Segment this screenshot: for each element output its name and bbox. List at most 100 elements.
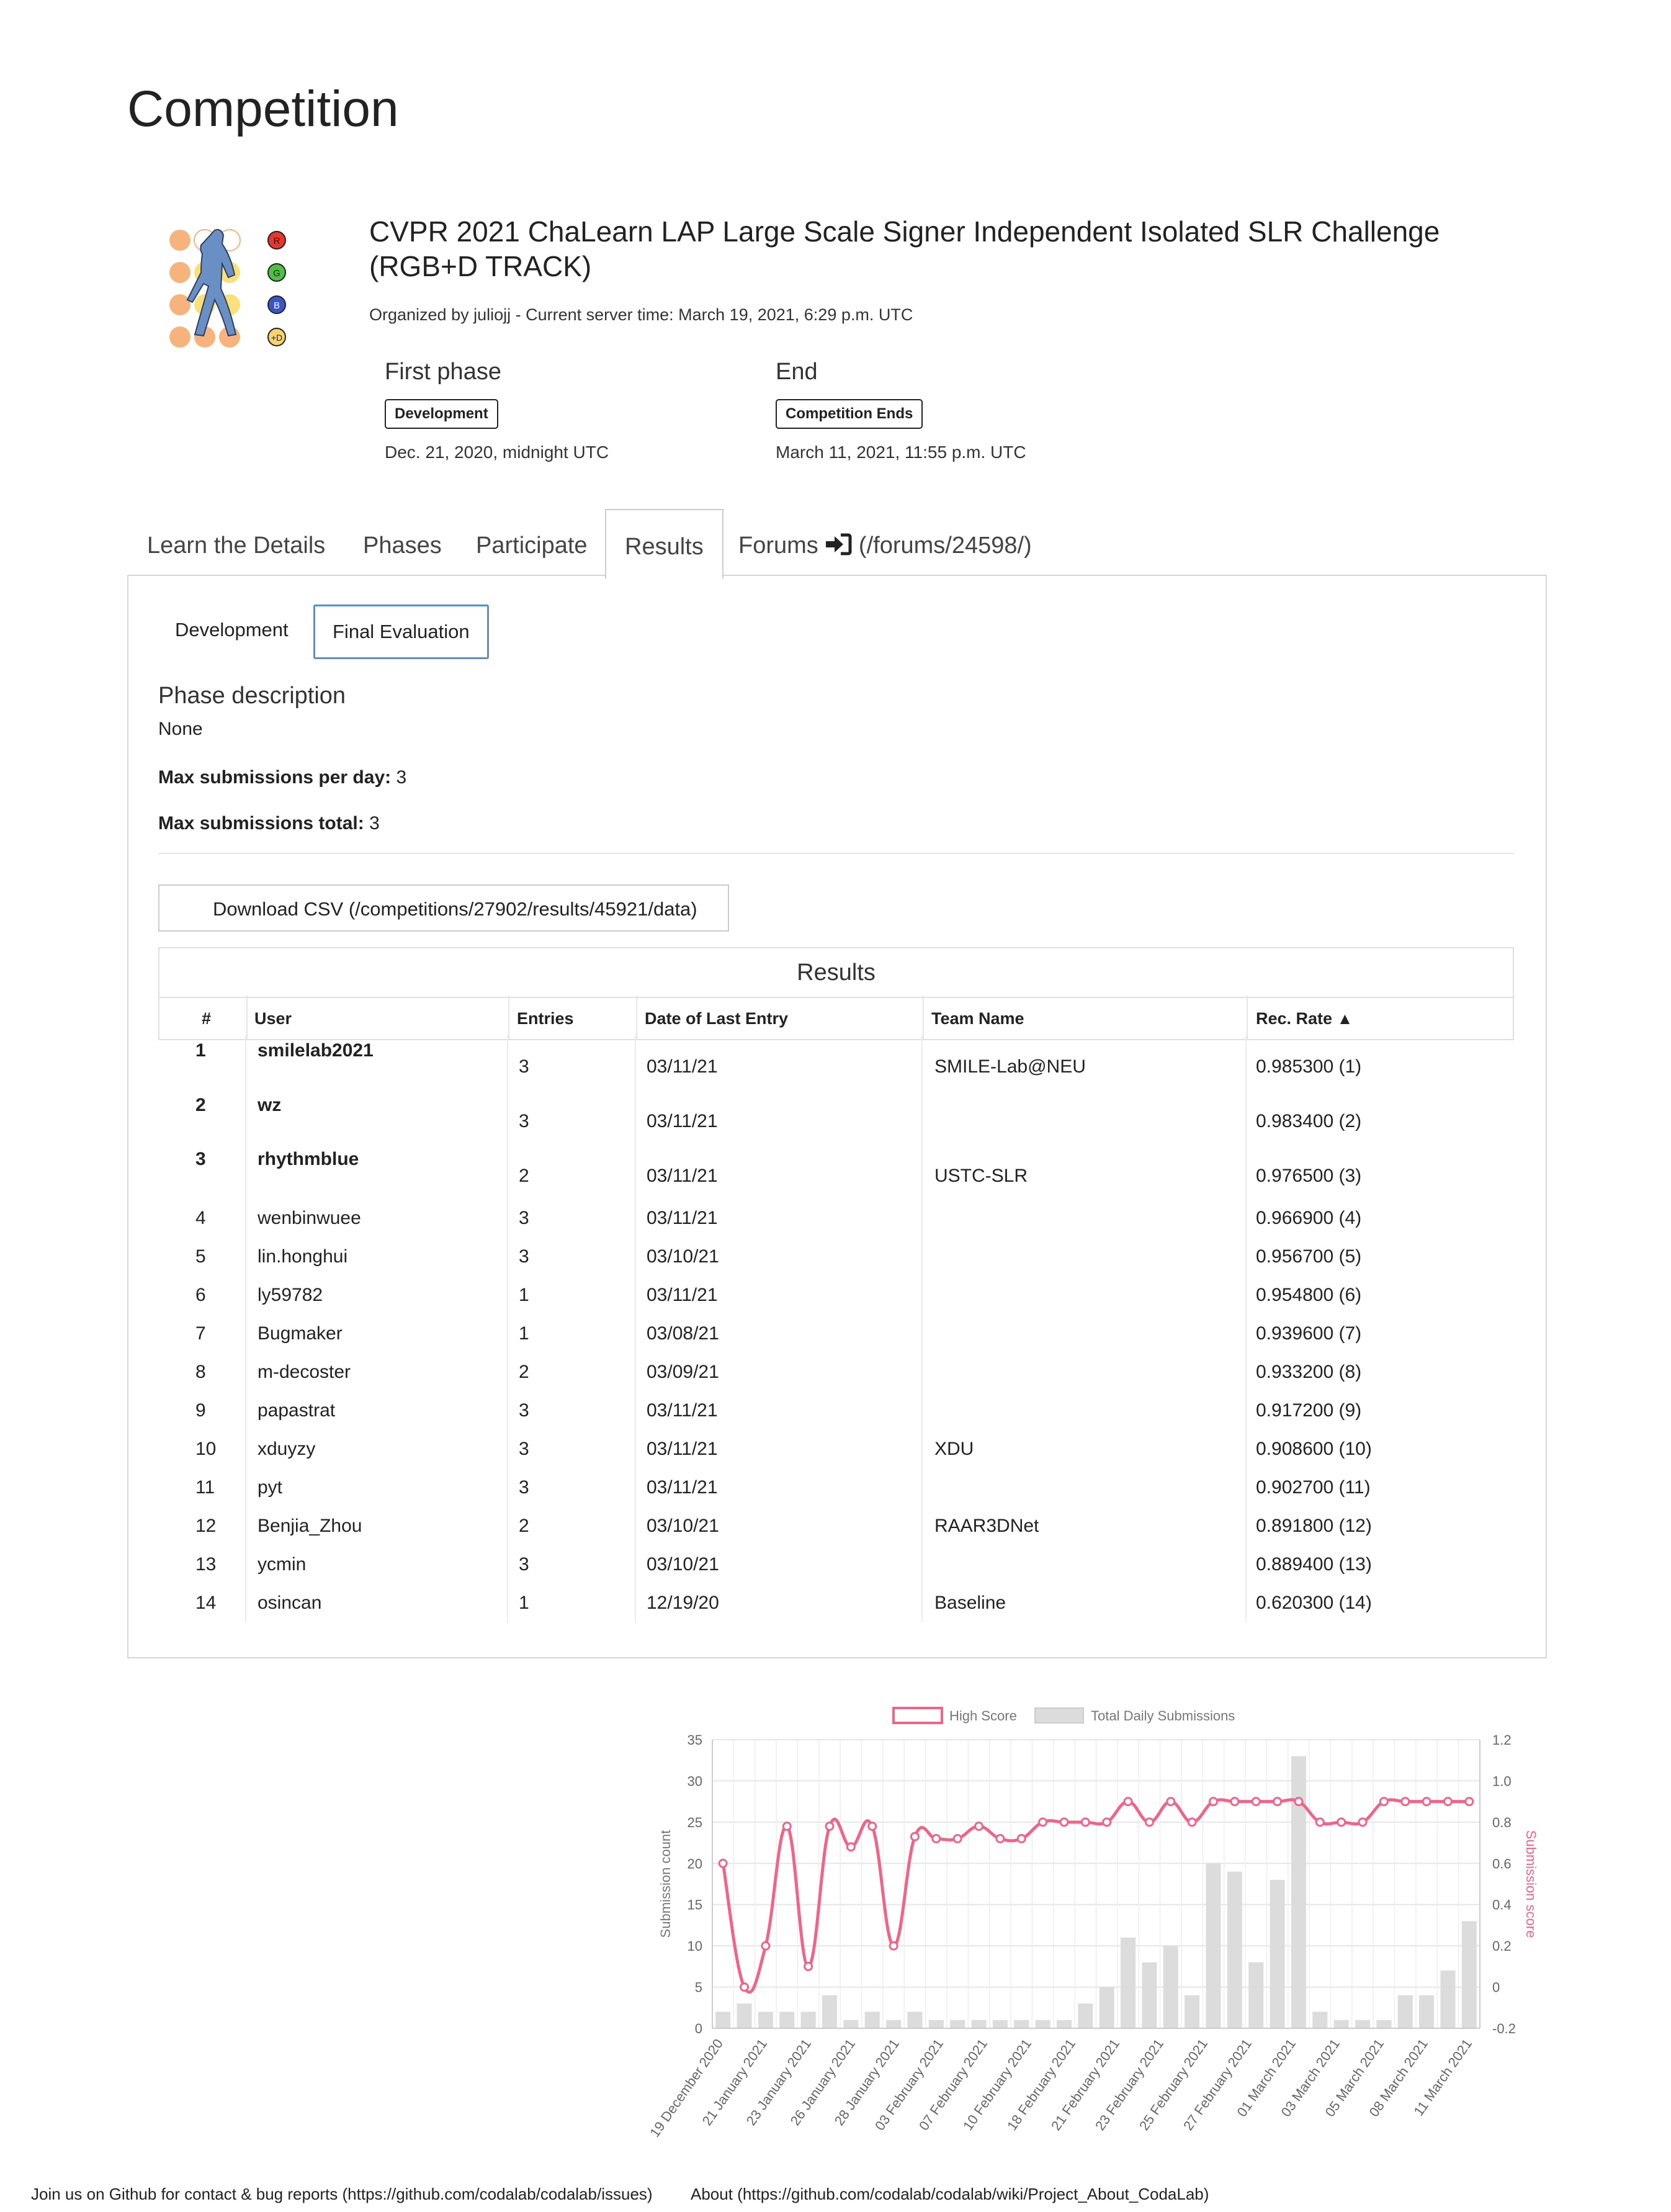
header-team: Team Name	[931, 1009, 1024, 1028]
score-cell: 0.976500 (3)	[1256, 1166, 1362, 1186]
high-score-point	[1273, 1797, 1283, 1807]
table-row: 8 m-decoster 2 03/09/21 0.933200 (8)	[158, 1354, 1512, 1392]
high-score-point	[1422, 1797, 1431, 1807]
score-cell: 0.956700 (5)	[1256, 1246, 1362, 1267]
submission-bar	[907, 2012, 923, 2028]
submission-bar	[1312, 2012, 1328, 2028]
submission-bar	[992, 2020, 1008, 2028]
high-score-point	[1038, 1817, 1048, 1827]
y-tick-right: 0.4	[1492, 1897, 1512, 1913]
phase-description-title: Phase description	[158, 683, 346, 709]
max-day-label: Max submissions per day:	[158, 767, 392, 788]
rank-cell: 8	[195, 1362, 206, 1382]
rank-cell: 1	[195, 1040, 206, 1061]
high-score-point	[1166, 1797, 1176, 1807]
date-cell: 03/10/21	[647, 1554, 719, 1575]
high-score-point	[889, 1941, 898, 1951]
submission-bar	[1461, 1921, 1477, 2028]
entries-cell: 2	[519, 1516, 529, 1536]
high-score-point	[1208, 1797, 1218, 1807]
download-csv-button[interactable]: Download CSV (/competitions/27902/result…	[158, 884, 729, 932]
score-cell: 0.985300 (1)	[1256, 1056, 1362, 1077]
y-tick-right: 0.2	[1492, 1938, 1512, 1954]
main-tabs: Learn the Details Phases Participate Res…	[127, 509, 1545, 578]
date-cell: 12/19/20	[647, 1593, 719, 1613]
submission-bar	[1440, 1971, 1456, 2028]
score-cell: 0.983400 (2)	[1256, 1111, 1362, 1131]
score-cell: 0.954800 (6)	[1256, 1285, 1362, 1305]
high-score-point	[740, 1982, 750, 1992]
table-row: 13 ycmin 3 03/10/21 0.889400 (13)	[158, 1546, 1512, 1585]
submission-bar	[1185, 1995, 1200, 2028]
date-cell: 03/11/21	[647, 1208, 718, 1228]
high-score-point	[804, 1961, 813, 1971]
rank-cell: 10	[195, 1439, 217, 1459]
high-score-point	[1080, 1817, 1090, 1827]
date-cell: 03/11/21	[647, 1111, 718, 1131]
score-cell: 0.891800 (12)	[1256, 1516, 1372, 1536]
rank-cell: 6	[195, 1285, 206, 1305]
tab-learn-details[interactable]: Learn the Details	[147, 509, 325, 576]
high-score-point	[867, 1822, 877, 1831]
submission-bar	[1035, 2020, 1051, 2028]
tab-forums[interactable]: Forums (/forums/24598/)	[738, 509, 1032, 576]
submission-bar	[864, 2012, 880, 2028]
submission-bar	[1376, 2020, 1392, 2028]
y-tick-right: 0.6	[1492, 1856, 1512, 1871]
phase-description: None	[158, 719, 203, 739]
high-score-point	[995, 1833, 1005, 1843]
logo-letter-d: +D	[271, 333, 282, 343]
entries-cell: 3	[519, 1400, 529, 1421]
header-score-label: Rec. Rate	[1256, 1009, 1333, 1028]
entries-cell: 3	[519, 1246, 529, 1267]
header-entries: Entries	[517, 1009, 574, 1028]
table-row: 14 osincan 1 12/19/20 Baseline 0.620300 (14)	[158, 1585, 1512, 1623]
high-score-point	[1102, 1817, 1112, 1827]
rank-cell: 7	[195, 1323, 206, 1344]
y-axis-title-right: Submission score	[1523, 1830, 1539, 1938]
user-cell: ycmin	[258, 1554, 307, 1575]
user-cell: smilelab2021	[258, 1040, 374, 1061]
submission-bar	[1056, 2020, 1072, 2028]
subtab-development[interactable]: Development	[175, 605, 289, 655]
header-score[interactable]: Rec. Rate ▲	[1256, 996, 1353, 1039]
high-score-point	[1315, 1817, 1325, 1827]
y-tick-left: 25	[688, 1815, 702, 1830]
entries-cell: 1	[519, 1285, 529, 1305]
rank-cell: 5	[195, 1246, 206, 1267]
date-cell: 03/08/21	[647, 1323, 719, 1344]
legend-label-submissions: Total Daily Submissions	[1091, 1708, 1235, 1724]
table-row: 12 Benjia_Zhou 2 03/10/21 RAAR3DNet 0.891800 …	[158, 1508, 1512, 1546]
footer-about-link[interactable]: About (https://github.com/codalab/codala…	[691, 2185, 1209, 2204]
max-total-label: Max submissions total:	[158, 813, 364, 834]
tab-phases[interactable]: Phases	[363, 509, 442, 576]
y-tick-right: 1.2	[1492, 1732, 1512, 1748]
first-phase-block: First phase Development Dec. 21, 2020, m…	[385, 359, 609, 462]
tab-participate[interactable]: Participate	[476, 509, 588, 576]
date-cell: 03/11/21	[647, 1056, 718, 1077]
team-cell: XDU	[934, 1439, 974, 1459]
high-score-point	[718, 1858, 728, 1868]
subtab-final-evaluation[interactable]: Final Evaluation	[313, 605, 489, 659]
high-score-point	[1016, 1833, 1026, 1843]
submission-bar	[928, 2020, 944, 2028]
entries-cell: 3	[519, 1056, 529, 1077]
y-axis-title-left: Submission count	[658, 1830, 673, 1938]
submission-bar	[1142, 1962, 1157, 2028]
y-tick-left: 35	[688, 1732, 702, 1748]
score-cell: 0.908600 (10)	[1256, 1439, 1372, 1459]
submission-bar	[1014, 2020, 1029, 2028]
tab-forums-label: Forums	[738, 533, 818, 559]
submission-bar	[822, 1995, 838, 2028]
tab-results[interactable]: Results	[605, 509, 724, 578]
footer-github-link[interactable]: Join us on Github for contact & bug repo…	[31, 2185, 653, 2204]
table-row: 7 Bugmaker 1 03/08/21 0.939600 (7)	[158, 1315, 1512, 1354]
submission-bar	[1333, 2020, 1349, 2028]
divider	[158, 853, 1514, 854]
high-score-point	[846, 1842, 856, 1852]
high-score-point	[952, 1833, 962, 1843]
table-row: 6 ly59782 1 03/11/21 0.954800 (6)	[158, 1277, 1512, 1315]
table-row: 4 wenbinwuee 3 03/11/21 0.966900 (4)	[158, 1200, 1512, 1238]
submission-bar	[1121, 1937, 1136, 2028]
date-cell: 03/11/21	[647, 1477, 718, 1498]
